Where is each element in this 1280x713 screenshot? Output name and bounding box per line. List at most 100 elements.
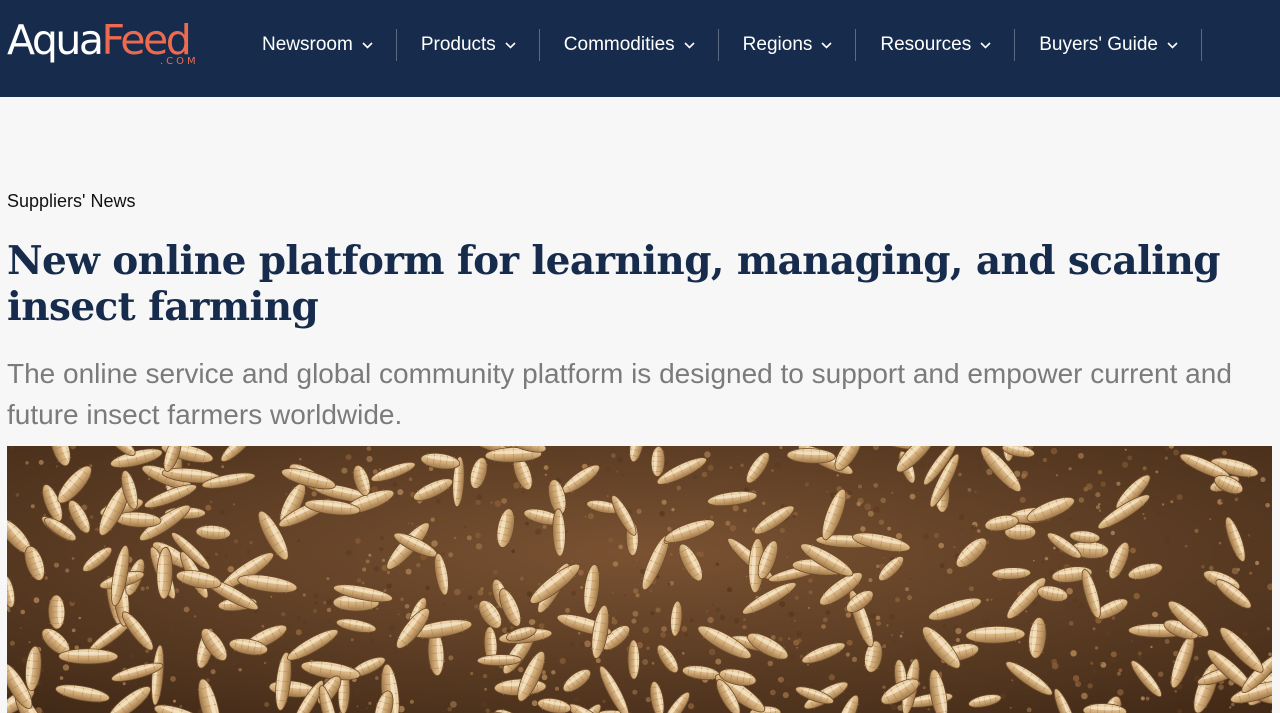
soil-crumb (1266, 627, 1271, 631)
soil-crumb (681, 625, 688, 632)
soil-crumb (971, 524, 977, 530)
soil-crumb (883, 557, 886, 559)
soil-crumb (183, 606, 190, 613)
soil-crumb (946, 568, 953, 574)
soil-crumb (782, 692, 789, 699)
soil-crumb (559, 657, 566, 664)
nav-item-newsroom[interactable]: Newsroom (262, 28, 373, 62)
soil-crumb (280, 611, 286, 617)
soil-crumb (676, 485, 682, 491)
soil-crumb (405, 568, 412, 575)
nav-item-commodities[interactable]: Commodities (564, 28, 695, 62)
soil-crumb (453, 536, 457, 540)
soil-crumb (62, 664, 70, 671)
soil-crumb (785, 680, 792, 687)
chevron-down-icon (505, 41, 516, 49)
soil-crumb (878, 519, 885, 525)
soil-crumb (1249, 571, 1253, 575)
soil-crumb (41, 669, 44, 672)
soil-crumb (1164, 456, 1168, 460)
nav-item-regions[interactable]: Regions (743, 28, 833, 62)
soil-crumb (955, 627, 962, 635)
nav-divider (1014, 29, 1016, 61)
soil-crumb (845, 652, 850, 657)
nav-item-label: Resources (880, 34, 972, 55)
soil-crumb (623, 594, 626, 597)
soil-crumb (240, 586, 243, 589)
soil-crumb (323, 601, 327, 605)
soil-crumb (389, 634, 392, 637)
soil-crumb (1068, 467, 1072, 471)
soil-crumb (345, 454, 352, 460)
soil-crumb (46, 590, 53, 597)
soil-crumb (651, 662, 655, 665)
soil-crumb (249, 540, 253, 545)
soil-crumb (71, 628, 76, 633)
soil-crumb (1050, 447, 1058, 455)
soil-crumb (1124, 448, 1127, 451)
soil-crumb (1073, 599, 1077, 603)
soil-crumb (1164, 537, 1171, 544)
soil-crumb (632, 610, 639, 617)
main-nav: Newsroom Products Commodities Regions Re… (262, 28, 1202, 62)
soil-crumb (942, 624, 947, 629)
soil-crumb (708, 648, 716, 656)
soil-crumb (224, 554, 228, 558)
soil-crumb (1142, 513, 1145, 515)
soil-crumb (483, 674, 488, 679)
soil-crumb (1092, 627, 1096, 631)
soil-crumb (261, 624, 265, 628)
soil-crumb (888, 613, 895, 620)
soil-crumb (580, 586, 583, 589)
soil-crumb (977, 463, 983, 469)
soil-crumb (9, 640, 15, 646)
soil-crumb (870, 612, 876, 619)
soil-crumb (210, 669, 216, 675)
soil-crumb (732, 504, 739, 512)
soil-crumb (286, 622, 293, 629)
soil-crumb (693, 475, 697, 479)
soil-crumb (733, 617, 740, 624)
nav-item-resources[interactable]: Resources (880, 28, 991, 62)
soil-crumb (326, 607, 332, 613)
site-logo[interactable]: AquaFeed .COM (7, 14, 217, 74)
soil-crumb (804, 482, 809, 487)
soil-crumb (1133, 592, 1140, 600)
soil-crumb (993, 446, 1000, 452)
soil-crumb (1218, 541, 1222, 545)
soil-crumb (297, 539, 301, 543)
soil-crumb (376, 607, 379, 610)
soil-crumb (1145, 696, 1150, 701)
soil-crumb (511, 549, 516, 554)
soil-crumb (43, 466, 46, 469)
soil-crumb (893, 639, 898, 645)
soil-crumb (1209, 565, 1214, 571)
soil-crumb (475, 543, 483, 550)
soil-crumb (365, 559, 370, 564)
soil-crumb (779, 446, 783, 450)
soil-crumb (430, 517, 435, 522)
soil-crumb (571, 560, 573, 563)
soil-crumb (646, 646, 650, 650)
soil-crumb (1106, 570, 1108, 572)
soil-crumb (1190, 550, 1193, 553)
soil-crumb (1142, 466, 1147, 471)
soil-crumb (1218, 684, 1224, 690)
soil-crumb (87, 637, 93, 643)
soil-crumb (649, 589, 653, 593)
article-title: New online platform for learning, managi… (7, 238, 1221, 330)
soil-crumb (205, 504, 212, 511)
soil-crumb (1078, 497, 1085, 503)
soil-crumb (882, 685, 886, 689)
soil-crumb (173, 699, 176, 703)
soil-crumb (368, 701, 372, 705)
soil-crumb (618, 544, 623, 550)
soil-crumb (616, 470, 619, 473)
soil-crumb (650, 611, 655, 616)
article-category[interactable]: Suppliers' News (7, 191, 136, 212)
nav-item-buyers-guide[interactable]: Buyers' Guide (1039, 28, 1178, 62)
soil-crumb (1245, 592, 1249, 597)
nav-item-products[interactable]: Products (421, 28, 516, 62)
soil-crumb (368, 553, 372, 557)
soil-crumb (858, 484, 862, 489)
